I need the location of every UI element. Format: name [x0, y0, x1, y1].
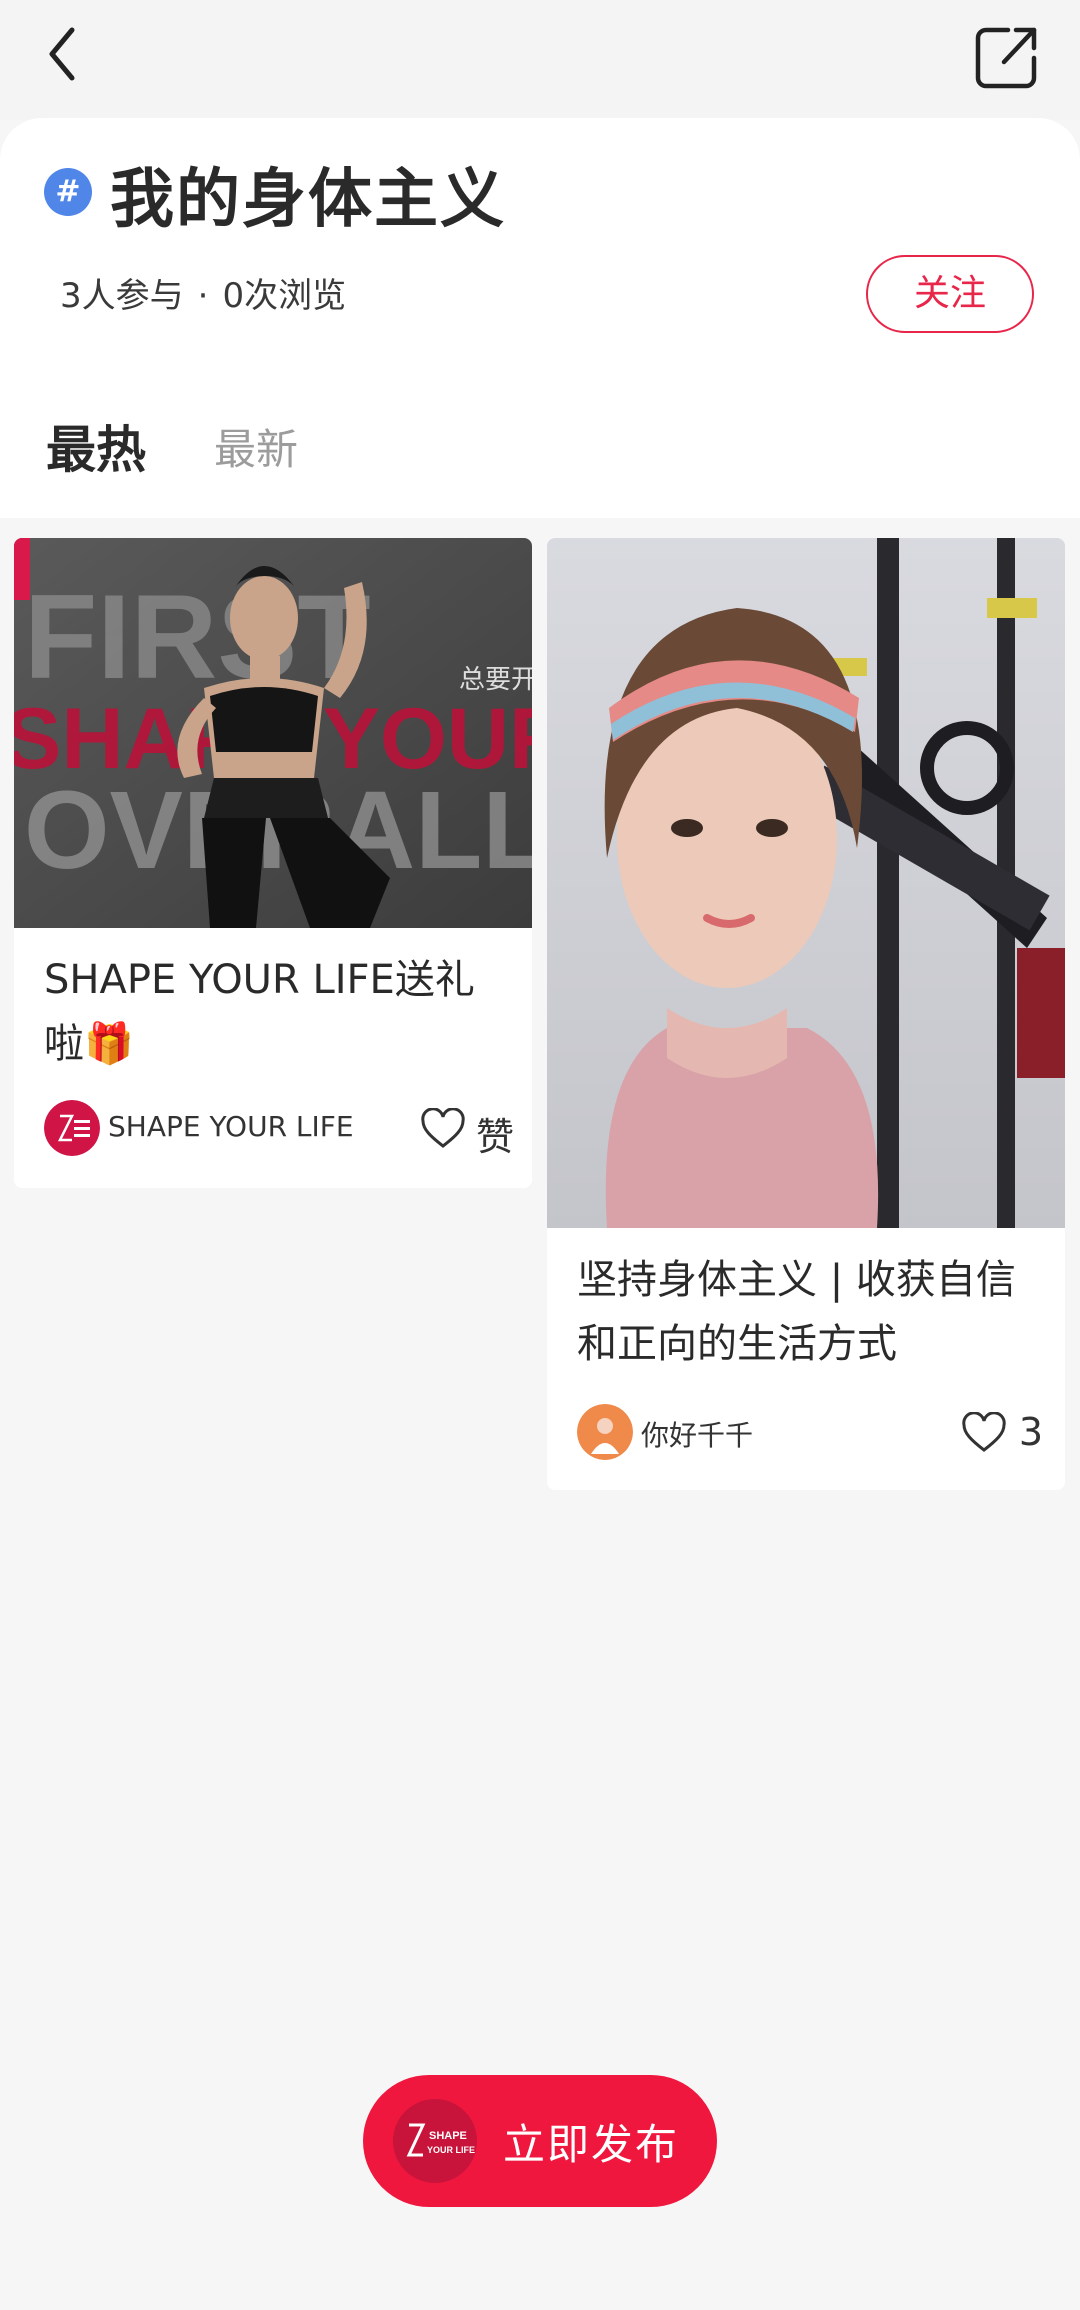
like-count: 赞 — [475, 1115, 514, 1159]
back-button[interactable] — [38, 20, 108, 90]
hashtag-icon: # — [44, 168, 92, 216]
post-card[interactable]: FIRST SHAPE YOUR LIFE OVERALL 总要开 SHAPE … — [14, 538, 532, 1188]
post-title: SHAPE YOUR LIFE送礼啦🎁 — [44, 957, 475, 1067]
follow-button[interactable]: 关注 — [866, 255, 1034, 333]
topic-title: 我的身体主义 — [110, 163, 506, 237]
like-count: 3 — [1018, 1410, 1043, 1454]
brand-logo-icon: SHAPE YOUR LIFE — [393, 2099, 477, 2183]
post-author-row: 你好千千 3 — [577, 1404, 1047, 1460]
cover-text-side: 总要开 — [459, 665, 532, 695]
author-name[interactable]: 你好千千 — [641, 1414, 753, 1454]
post-title: 坚持身体主义 | 收获自信和正向的生活方式 — [577, 1257, 1016, 1367]
publish-label: 立即发布 — [503, 2120, 680, 2169]
sort-tabs: 最热 最新 — [0, 400, 1080, 518]
like-button[interactable]: 赞 — [404, 1102, 514, 1159]
logo-text-shape: SHAPE — [429, 2130, 467, 2142]
logo-text-your-life: YOUR LIFE — [427, 2145, 475, 2155]
share-button[interactable] — [972, 22, 1042, 92]
topic-stats: 3人参与 · 0次浏览 — [60, 268, 346, 317]
top-bar — [0, 0, 1080, 120]
post-cover-image: FIRST SHAPE YOUR LIFE OVERALL 总要开 — [14, 538, 532, 928]
post-cover-image — [547, 538, 1065, 1228]
post-card[interactable]: 坚持身体主义 | 收获自信和正向的生活方式 你好千千 3 — [547, 538, 1065, 1490]
author-name[interactable]: SHAPE YOUR LIFE — [108, 1110, 354, 1143]
tab-newest[interactable]: 最新 — [214, 416, 298, 477]
view-count: 0次浏览 — [222, 276, 347, 316]
cover-text-first: FIRST — [24, 570, 371, 704]
tab-hottest[interactable]: 最热 — [46, 410, 146, 482]
heart-icon — [962, 1412, 1006, 1452]
chevron-left-icon — [49, 27, 75, 81]
avatar[interactable] — [577, 1404, 633, 1460]
external-share-icon — [975, 27, 1037, 89]
publish-button[interactable]: SHAPE YOUR LIFE 立即发布 — [363, 2075, 717, 2207]
like-button[interactable]: 3 — [957, 1406, 1047, 1458]
avatar[interactable] — [44, 1100, 100, 1156]
participant-count: 3人参与 — [60, 276, 184, 316]
heart-icon — [421, 1108, 465, 1148]
stats-separator: · — [197, 276, 209, 316]
post-author-row: SHAPE YOUR LIFE 赞 — [44, 1100, 514, 1159]
